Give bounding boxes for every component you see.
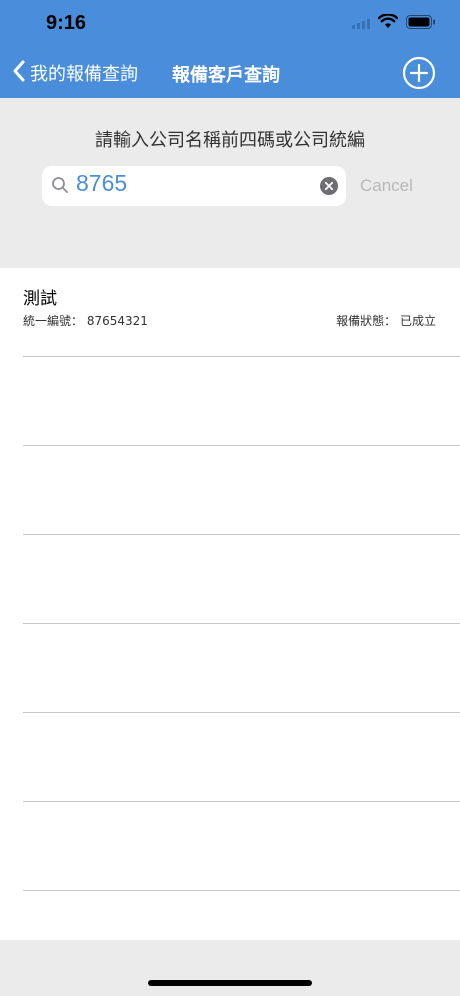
home-indicator[interactable]	[148, 980, 312, 986]
signal-icon	[352, 14, 370, 33]
search-icon	[51, 176, 69, 198]
plus-circle-icon	[402, 56, 436, 94]
empty-row	[23, 713, 460, 802]
tax-id: 統一編號： 87654321	[23, 312, 148, 329]
page-title: 報備客戶查詢	[172, 65, 280, 86]
tax-id-value: 87654321	[86, 314, 148, 328]
result-list: 測試 統一編號： 87654321 報備狀態： 已成立	[0, 268, 460, 940]
add-button[interactable]	[402, 56, 436, 90]
empty-row	[23, 624, 460, 713]
chevron-left-icon	[12, 60, 30, 87]
search-value: 8765	[76, 170, 128, 196]
company-name: 測試	[23, 289, 57, 309]
clear-icon[interactable]	[320, 177, 338, 199]
search-prompt: 請輸入公司名稱前四碼或公司統編	[95, 130, 365, 151]
status-time: 9:16	[46, 12, 87, 34]
back-label: 我的報備查詢	[30, 64, 138, 85]
empty-row	[23, 357, 460, 446]
report-status-value: 已成立	[399, 314, 436, 328]
search-input[interactable]: 8765	[42, 166, 346, 206]
empty-row	[23, 535, 460, 624]
report-status: 報備狀態： 已成立	[336, 312, 436, 329]
tax-id-label: 統一編號：	[23, 314, 84, 328]
list-item[interactable]: 測試 統一編號： 87654321 報備狀態： 已成立	[23, 268, 460, 357]
empty-row	[23, 802, 460, 891]
nav-bar: 我的報備查詢 報備客戶查詢	[0, 48, 460, 98]
search-section: 請輸入公司名稱前四碼或公司統編 8765 Cancel	[0, 98, 460, 268]
battery-icon	[406, 14, 436, 33]
status-bar: 9:16	[0, 0, 460, 48]
screen: 9:16 我的報備查詢 報備客戶查詢 請輸入公司名稱前四碼或公司統編 8765 …	[0, 0, 460, 996]
wifi-icon	[377, 13, 399, 33]
cancel-button[interactable]: Cancel	[360, 176, 413, 196]
report-status-label: 報備狀態：	[336, 314, 397, 328]
status-icons	[352, 13, 436, 33]
empty-row	[23, 446, 460, 535]
back-button[interactable]: 我的報備查詢	[12, 58, 138, 88]
bottom-area	[0, 940, 460, 996]
